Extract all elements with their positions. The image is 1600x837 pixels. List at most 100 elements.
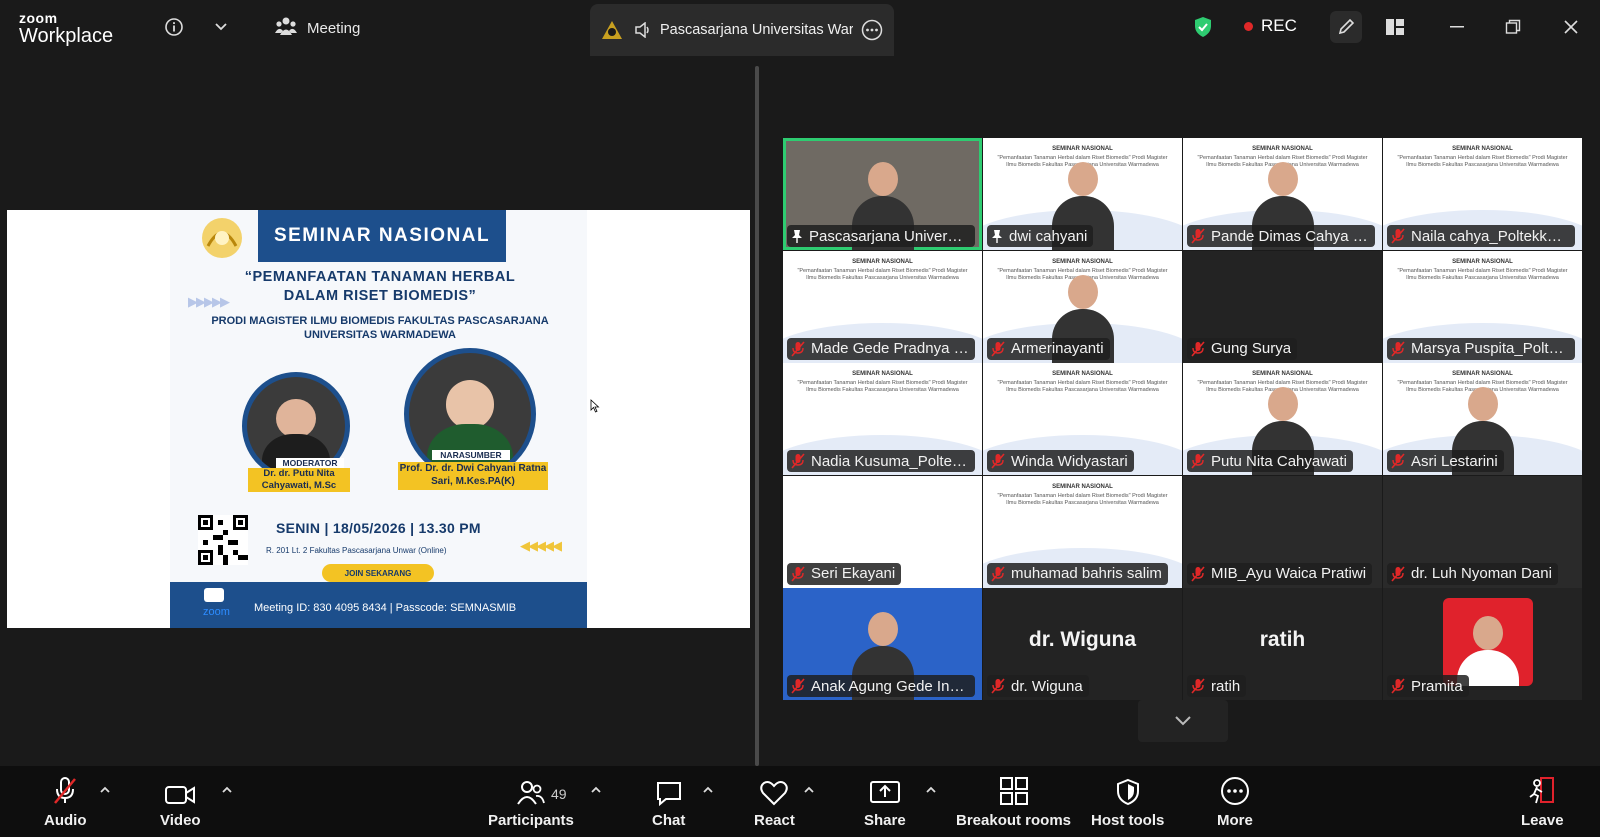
host-shield-icon <box>1115 776 1141 806</box>
video-camera-icon <box>164 776 196 806</box>
university-emblem-icon <box>600 19 624 41</box>
chevron-down-icon[interactable] <box>208 14 234 40</box>
participant-name: Gung Surya <box>1211 340 1292 357</box>
participant-tile[interactable]: SEMINAR NASIONAL "Pemanfaatan Tanaman Her… <box>783 250 982 363</box>
participant-name: Seri Ekayani <box>811 565 896 582</box>
more-dots-icon <box>1220 776 1250 806</box>
muted-microphone-icon <box>991 678 1005 694</box>
muted-microphone-icon <box>1191 565 1205 582</box>
participant-tile[interactable]: SEMINAR NASIONAL "Pemanfaatan Tanaman Her… <box>1183 363 1382 475</box>
pin-icon <box>791 229 803 243</box>
participant-name-tag: Gung Surya <box>1187 337 1298 360</box>
participant-name: Made Gede Pradnya Pratama <box>811 340 969 357</box>
meeting-menu-button[interactable]: Meeting <box>275 16 360 40</box>
poster-title: “PEMANFAATAN TANAMAN HERBAL DALAM RISET … <box>210 268 550 306</box>
muted-microphone-icon <box>1391 228 1405 244</box>
participant-name-tag: Asri Lestarini <box>1387 450 1504 472</box>
participant-tile[interactable]: SEMINAR NASIONAL "Pemanfaatan Tanaman Her… <box>1383 363 1582 475</box>
participant-tile[interactable]: dr. Wiguna dr. Wiguna <box>983 588 1182 700</box>
participant-display-name: ratih <box>1259 628 1306 651</box>
participant-tile[interactable]: SEMINAR NASIONAL "Pemanfaatan Tanaman Her… <box>983 138 1182 250</box>
participant-tile[interactable]: dr. Luh Nyoman Dani <box>1383 475 1582 588</box>
video-button[interactable]: Video <box>160 776 201 829</box>
poster-title-line1: “PEMANFAATAN TANAMAN HERBAL <box>244 269 516 285</box>
participants-options-chevron-icon[interactable] <box>590 786 602 794</box>
participant-name: Pramita <box>1411 677 1463 695</box>
participant-tile[interactable]: SEMINAR NASIONAL "Pemanfaatan Tanaman Her… <box>1383 250 1582 363</box>
poster-footer: zoom Meeting ID: 830 4095 8434 | Passcod… <box>170 582 587 628</box>
participant-tile[interactable]: SEMINAR NASIONAL "Pemanfaatan Tanaman Her… <box>983 475 1182 588</box>
host-tools-button[interactable]: Host tools <box>1091 776 1164 829</box>
video-options-chevron-icon[interactable] <box>221 786 233 794</box>
participant-tile[interactable]: SEMINAR NASIONAL "Pemanfaatan Tanaman Her… <box>1383 138 1582 250</box>
participant-tile[interactable]: SEMINAR NASIONAL "Pemanfaatan Tanaman Her… <box>783 363 982 475</box>
audio-label: Audio <box>44 812 87 829</box>
participant-tile[interactable]: ratih ratih <box>1183 588 1382 700</box>
muted-microphone-icon <box>1191 340 1205 357</box>
share-label: Share <box>864 812 906 829</box>
gallery-scroll-down-button[interactable] <box>1138 700 1228 742</box>
participant-tile[interactable]: Anak Agung Gede Indra <box>783 588 982 700</box>
more-button[interactable]: More <box>1217 776 1253 829</box>
share-options-chevron-icon[interactable] <box>925 786 937 794</box>
chat-button[interactable]: Chat <box>652 776 685 829</box>
slide-thumb-subtitle: "Pemanfaatan Tanaman Herbal dalam Riset … <box>1397 155 1568 168</box>
speaker-icon[interactable] <box>634 22 652 38</box>
participants-button[interactable]: Participants <box>488 776 574 829</box>
speaker-name: Prof. Dr. dr. Dwi Cahyani Ratna Sari, M.… <box>398 462 548 490</box>
participant-tile[interactable]: MIB_Ayu Waica Pratiwi <box>1183 475 1382 588</box>
audio-options-chevron-icon[interactable] <box>99 786 111 794</box>
participant-tile[interactable]: Pascasarjana Universitas Warmadewa <box>783 138 982 250</box>
participant-name: Anak Agung Gede Indra <box>811 677 969 695</box>
title-bar: zoom Workplace Meeting Pascasarjana Univ… <box>0 0 1600 56</box>
info-icon[interactable] <box>161 14 187 40</box>
participant-name-tag: MIB_Ayu Waica Pratiwi <box>1187 562 1373 585</box>
chat-bubble-icon <box>655 776 683 806</box>
close-icon[interactable] <box>1558 14 1584 40</box>
poster-subtitle: PRODI MAGISTER ILMU BIOMEDIS FAKULTAS PA… <box>210 314 550 342</box>
muted-microphone-icon <box>791 678 805 694</box>
poster-banner: SEMINAR NASIONAL <box>258 210 506 262</box>
participant-name-tag: Winda Widyastari <box>987 450 1134 472</box>
moderator-name: Dr. dr. Putu Nita Cahyawati, M.Sc <box>248 468 350 492</box>
meeting-tab[interactable]: Pascasarjana Universitas Warmadewa <box>590 4 894 56</box>
participant-name-tag: Marsya Puspita_Poltekkes <box>1387 337 1575 360</box>
audio-button[interactable]: Audio <box>44 776 87 829</box>
share-button[interactable]: Share <box>864 776 906 829</box>
decorative-arrows-icon: ◀◀◀◀◀ <box>520 538 562 553</box>
video-label: Video <box>160 812 201 829</box>
slide-thumb-subtitle: "Pemanfaatan Tanaman Herbal dalam Riset … <box>997 380 1168 393</box>
participant-name-tag: Seri Ekayani <box>787 562 902 585</box>
slide-thumb-subtitle: "Pemanfaatan Tanaman Herbal dalam Riset … <box>997 492 1168 506</box>
breakout-rooms-button[interactable]: Breakout rooms <box>956 776 1071 829</box>
recording-indicator[interactable]: REC <box>1244 16 1297 36</box>
restore-window-icon[interactable] <box>1500 14 1526 40</box>
participant-tile[interactable]: Gung Surya <box>1183 250 1382 363</box>
view-layout-icon[interactable] <box>1382 14 1408 40</box>
participant-name-tag: dr. Wiguna <box>987 675 1089 697</box>
leave-button[interactable]: Leave <box>1521 776 1564 829</box>
participant-tile[interactable]: Seri Ekayani <box>783 475 982 588</box>
share-screen-icon <box>869 776 901 806</box>
slide-thumb-subtitle: "Pemanfaatan Tanaman Herbal dalam Riset … <box>797 380 968 393</box>
meeting-tab-title: Pascasarjana Universitas Warmadewa <box>660 22 853 38</box>
pin-icon <box>991 229 1003 243</box>
participant-tile[interactable]: SEMINAR NASIONAL "Pemanfaatan Tanaman Her… <box>1183 138 1382 250</box>
participant-name: Winda Widyastari <box>1011 452 1128 470</box>
participant-name-tag: Pascasarjana Universitas Warmadewa <box>787 225 975 247</box>
security-shield-icon[interactable] <box>1190 14 1216 40</box>
participant-tile[interactable]: Pramita <box>1383 588 1582 700</box>
minimize-icon[interactable] <box>1444 14 1470 40</box>
chat-options-chevron-icon[interactable] <box>702 786 714 794</box>
participant-tile[interactable]: SEMINAR NASIONAL "Pemanfaatan Tanaman Her… <box>983 363 1182 475</box>
participant-name: Marsya Puspita_Poltekkes <box>1411 340 1569 357</box>
more-options-icon[interactable] <box>861 19 883 41</box>
muted-microphone-icon <box>1391 453 1405 469</box>
react-button[interactable]: React <box>754 776 795 829</box>
participant-name-tag: Nadia Kusuma_Poltekkes <box>787 450 975 472</box>
split-view-divider[interactable] <box>755 66 759 766</box>
meeting-label: Meeting <box>307 19 361 37</box>
annotate-pencil-icon[interactable] <box>1330 11 1362 43</box>
participant-tile[interactable]: SEMINAR NASIONAL "Pemanfaatan Tanaman Her… <box>983 250 1182 363</box>
react-options-chevron-icon[interactable] <box>803 786 815 794</box>
